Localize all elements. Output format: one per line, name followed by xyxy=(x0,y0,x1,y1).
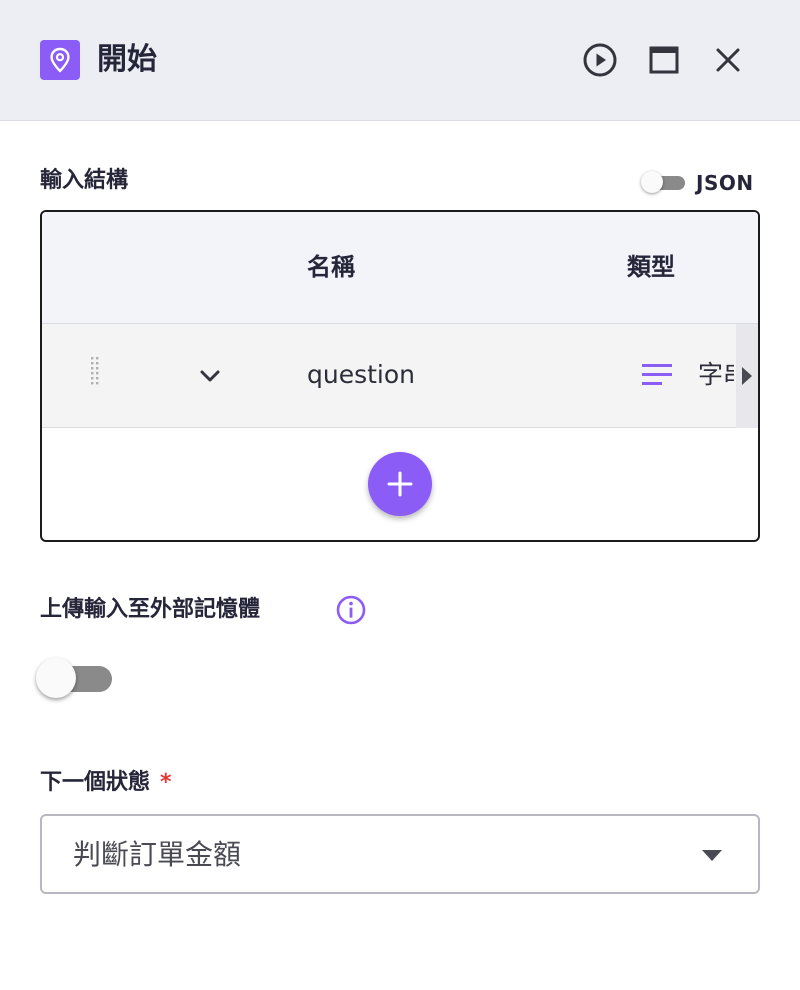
maximize-button[interactable] xyxy=(644,40,684,80)
field-name[interactable]: question xyxy=(307,357,415,393)
next-state-label-text: 下一個狀態 xyxy=(40,770,151,795)
upload-memory-toggle-thumb xyxy=(36,658,76,698)
required-mark: * xyxy=(160,770,172,795)
close-button[interactable] xyxy=(708,40,748,80)
field-type[interactable]: 字串 xyxy=(698,357,734,393)
json-toggle-thumb xyxy=(641,171,663,193)
map-pin-icon xyxy=(40,40,80,80)
plus-icon xyxy=(387,471,413,497)
column-header-type: 類型 xyxy=(627,253,675,281)
add-field-button[interactable] xyxy=(368,452,432,516)
caret-right-icon xyxy=(742,367,752,385)
json-toggle-label: JSON xyxy=(696,171,754,195)
input-schema-label: 輸入結構 xyxy=(40,168,129,193)
table-row: question 字串 xyxy=(42,324,736,428)
next-state-select[interactable]: 判斷訂單金額 xyxy=(40,814,760,894)
json-toggle[interactable]: JSON xyxy=(641,170,761,196)
table-header: 名稱 類型 xyxy=(42,212,758,324)
upload-memory-toggle[interactable] xyxy=(34,656,116,700)
next-state-selected-value: 判斷訂單金額 xyxy=(73,838,242,871)
window-maximize-icon xyxy=(649,46,679,74)
text-lines-icon xyxy=(640,362,674,388)
input-schema-table: 名稱 類型 question 字 xyxy=(40,210,760,542)
expand-row-button[interactable] xyxy=(194,360,226,392)
next-state-label: 下一個狀態 * xyxy=(40,768,172,798)
scroll-right-button[interactable] xyxy=(736,324,758,428)
page-title: 開始 xyxy=(97,42,157,77)
panel-header: 開始 xyxy=(0,0,800,121)
close-icon xyxy=(716,48,740,72)
drag-handle-icon[interactable] xyxy=(88,356,102,390)
dropdown-arrow-icon xyxy=(702,850,722,861)
column-header-name: 名稱 xyxy=(307,253,355,281)
upload-memory-label: 上傳輸入至外部記憶體 xyxy=(40,597,261,622)
play-circle-icon xyxy=(583,43,617,77)
start-node-panel: 開始 輸入結構 JSON 名稱 類型 question 字 上傳輸入至外部記憶體… xyxy=(0,0,800,990)
run-button[interactable] xyxy=(580,40,620,80)
chevron-down-icon xyxy=(200,370,220,382)
info-icon[interactable] xyxy=(335,594,367,626)
